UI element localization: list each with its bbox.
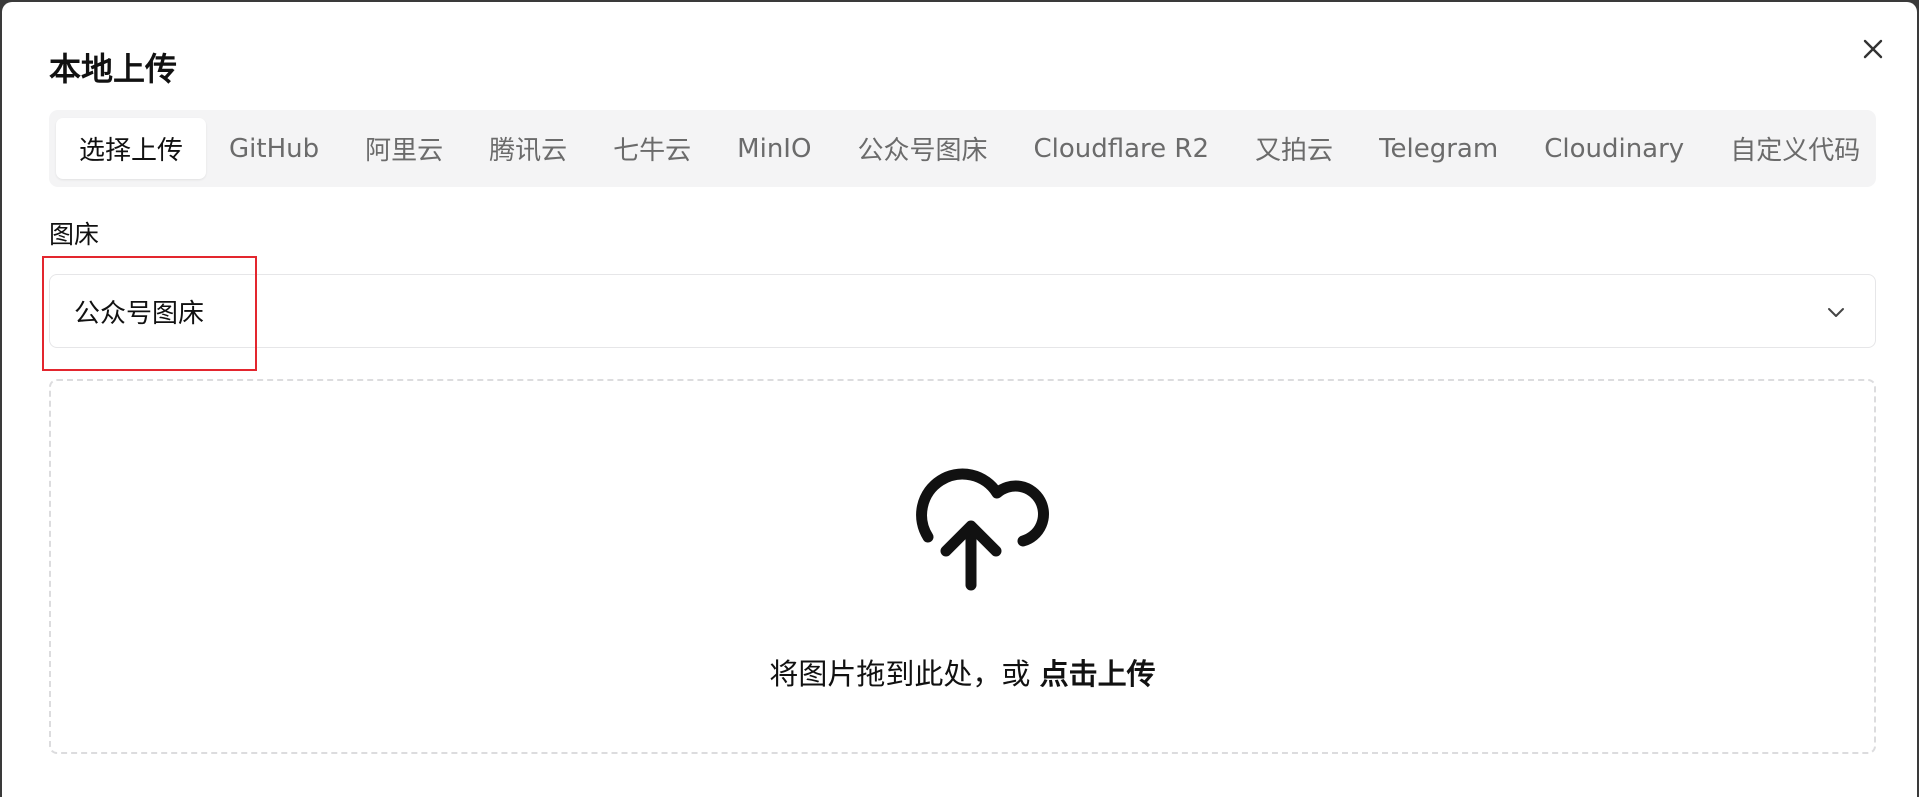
- dropzone-hint-text: 将图片拖到此处，或: [769, 657, 1040, 691]
- tab-aliyun[interactable]: 阿里云: [342, 118, 466, 179]
- chevron-down-icon: [1828, 308, 1844, 317]
- cloud-upload-icon: [916, 468, 1049, 591]
- upload-source-tabs: 选择上传 GitHub 阿里云 腾讯云 七牛云 MinIO 公众号图床 Clou…: [49, 110, 1876, 187]
- upload-dropzone[interactable]: 将图片拖到此处，或 点击上传: [49, 379, 1876, 754]
- tab-wechat-mp[interactable]: 公众号图床: [834, 118, 1010, 179]
- image-host-select[interactable]: 公众号图床: [49, 274, 1876, 348]
- dropzone-instructions: 将图片拖到此处，或 点击上传: [51, 651, 1874, 693]
- tab-qiniu[interactable]: 七牛云: [590, 118, 714, 179]
- tab-telegram[interactable]: Telegram: [1356, 118, 1521, 179]
- tab-custom-code[interactable]: 自定义代码: [1707, 118, 1883, 179]
- tab-cloudflare-r2[interactable]: Cloudflare R2: [1010, 118, 1232, 179]
- tab-github[interactable]: GitHub: [206, 118, 342, 179]
- close-button[interactable]: [1856, 32, 1890, 66]
- close-icon: [1863, 39, 1883, 59]
- image-host-label: 图床: [49, 220, 100, 249]
- tab-minio[interactable]: MinIO: [714, 118, 834, 179]
- image-host-selected-value: 公众号图床: [74, 298, 205, 329]
- tab-upyun[interactable]: 又拍云: [1232, 118, 1356, 179]
- tab-tencent-cloud[interactable]: 腾讯云: [466, 118, 590, 179]
- dialog-title: 本地上传: [49, 50, 178, 88]
- tab-cloudinary[interactable]: Cloudinary: [1521, 118, 1707, 179]
- tab-select-upload[interactable]: 选择上传: [56, 118, 207, 179]
- click-to-upload-link[interactable]: 点击上传: [1040, 657, 1156, 691]
- upload-dialog: 本地上传 选择上传 GitHub 阿里云 腾讯云 七牛云 MinIO 公众号图床…: [2, 2, 1917, 797]
